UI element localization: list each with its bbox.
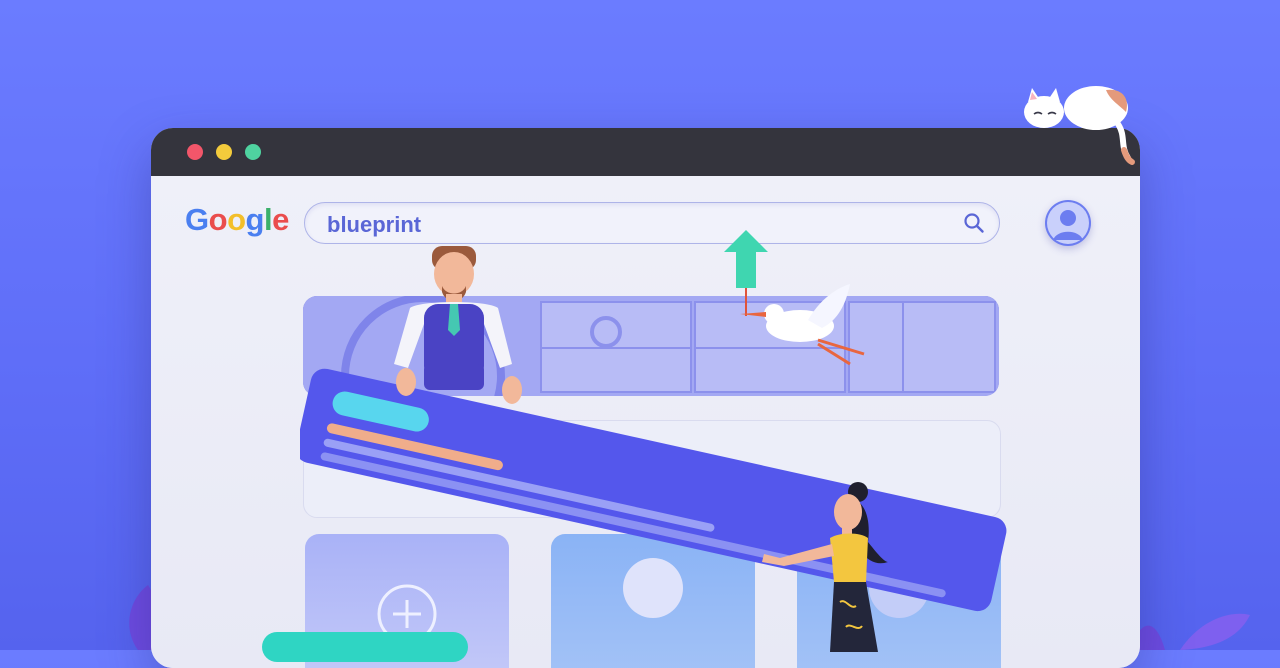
scene-background: Google blueprint <box>0 0 1280 668</box>
leaf-decoration-right <box>1130 613 1250 650</box>
minimize-window-button[interactable] <box>216 144 232 160</box>
close-window-button[interactable] <box>187 144 203 160</box>
google-logo[interactable]: Google <box>185 202 289 238</box>
cyan-action-button[interactable] <box>262 632 468 662</box>
search-query: blueprint <box>327 212 422 237</box>
woman-figure-illustration <box>762 482 888 652</box>
logo-letter: G <box>185 202 209 237</box>
search-input[interactable]: blueprint <box>304 202 1000 244</box>
logo-letter: o <box>208 202 228 237</box>
stork-bird-illustration <box>740 284 865 366</box>
man-figure-illustration <box>394 246 522 404</box>
logo-letter: g <box>245 202 265 237</box>
logo-letter: o <box>227 202 246 237</box>
maximize-window-button[interactable] <box>245 144 261 160</box>
title-bar <box>151 128 1140 176</box>
cat-illustration <box>1024 86 1135 165</box>
user-avatar-icon[interactable] <box>1045 200 1091 246</box>
search-icon[interactable] <box>963 212 985 234</box>
logo-letter: l <box>263 202 273 237</box>
logo-letter: e <box>272 202 289 237</box>
